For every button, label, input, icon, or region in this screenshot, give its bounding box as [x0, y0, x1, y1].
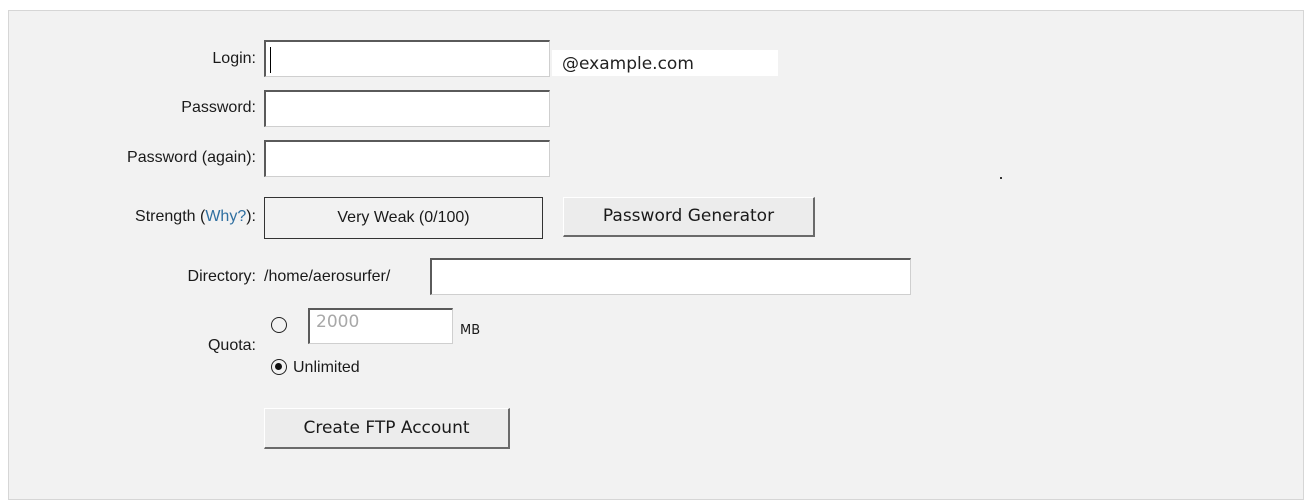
text-caret [270, 47, 271, 73]
strength-label-suffix: ): [246, 208, 256, 225]
stray-dot [1000, 177, 1002, 179]
strength-label: Strength (Why?): [135, 208, 256, 226]
directory-input[interactable] [430, 258, 911, 295]
strength-meter: Very Weak (0/100) [264, 197, 543, 239]
directory-prefix: /home/aerosurfer/ [264, 268, 391, 285]
quota-limit-input[interactable]: 2000 [308, 308, 453, 344]
quota-unlimited-radio[interactable] [271, 359, 287, 375]
quota-unlimited-label: Unlimited [293, 359, 360, 376]
password-label: Password: [181, 99, 256, 116]
directory-label: Directory: [187, 268, 256, 285]
quota-label: Quota: [207, 337, 256, 354]
strength-why-link[interactable]: Why? [205, 208, 246, 225]
password-generator-button[interactable]: Password Generator [563, 197, 815, 237]
password-input[interactable] [264, 90, 550, 127]
password-again-input[interactable] [264, 140, 550, 177]
strength-label-prefix: Strength ( [135, 208, 206, 225]
login-input[interactable] [264, 40, 550, 77]
login-label: Login: [212, 50, 256, 67]
radio-selected-dot [275, 363, 283, 371]
quota-limited-radio[interactable] [271, 317, 287, 333]
create-ftp-account-button[interactable]: Create FTP Account [264, 408, 510, 449]
password-again-label: Password (again): [127, 149, 256, 166]
ftp-account-form-panel [8, 10, 1304, 500]
quota-unit: MB [460, 323, 481, 338]
login-domain-suffix: @example.com [552, 50, 778, 76]
